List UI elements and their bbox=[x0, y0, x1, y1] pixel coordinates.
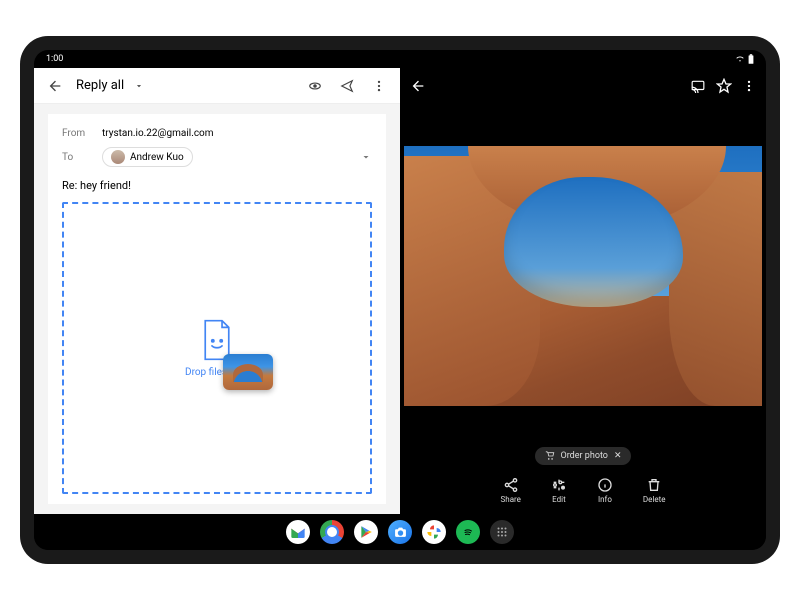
screen: 1:00 Reply all bbox=[34, 50, 766, 550]
wifi-icon bbox=[735, 55, 745, 63]
drop-zone[interactable]: Drop files here bbox=[62, 202, 372, 494]
edit-icon bbox=[551, 477, 567, 493]
taskbar bbox=[34, 514, 766, 550]
share-icon bbox=[503, 477, 519, 493]
recipient-chip[interactable]: Andrew Kuo bbox=[102, 147, 193, 167]
delete-button[interactable]: Delete bbox=[643, 477, 666, 504]
taskbar-gmail-icon[interactable] bbox=[286, 520, 310, 544]
tablet-frame: 1:00 Reply all bbox=[20, 36, 780, 564]
attach-icon[interactable] bbox=[304, 75, 326, 97]
edit-button[interactable]: Edit bbox=[551, 477, 567, 504]
send-icon[interactable] bbox=[336, 75, 358, 97]
taskbar-spotify-icon[interactable] bbox=[456, 520, 480, 544]
photo-arch bbox=[404, 146, 762, 406]
order-photo-chip[interactable]: Order photo ✕ bbox=[535, 447, 632, 465]
more-icon[interactable] bbox=[368, 75, 390, 97]
photo-actions: Share Edit Info Delete bbox=[400, 471, 766, 514]
taskbar-apps-icon[interactable] bbox=[490, 520, 514, 544]
compose-title[interactable]: Reply all bbox=[76, 78, 124, 93]
avatar bbox=[111, 150, 125, 164]
cart-icon bbox=[545, 451, 555, 461]
share-button[interactable]: Share bbox=[501, 477, 521, 504]
dropdown-icon[interactable] bbox=[134, 81, 144, 91]
order-chip-label: Order photo bbox=[561, 451, 608, 461]
from-address: trystan.io.22@gmail.com bbox=[102, 128, 214, 139]
photos-pane: Order photo ✕ Share Edit Info bbox=[400, 68, 766, 514]
subject-line[interactable]: Re: hey friend! bbox=[62, 171, 372, 202]
info-icon bbox=[597, 477, 613, 493]
taskbar-camera-icon[interactable] bbox=[388, 520, 412, 544]
photo-viewer[interactable] bbox=[400, 104, 766, 447]
taskbar-photos-icon[interactable] bbox=[422, 520, 446, 544]
to-label: To bbox=[62, 152, 92, 163]
star-icon[interactable] bbox=[716, 78, 732, 94]
statusbar-time: 1:00 bbox=[46, 54, 63, 64]
taskbar-play-store-icon[interactable] bbox=[354, 520, 378, 544]
status-bar: 1:00 bbox=[34, 50, 766, 68]
from-row: From trystan.io.22@gmail.com bbox=[62, 124, 372, 143]
taskbar-chrome-icon[interactable] bbox=[320, 520, 344, 544]
close-icon[interactable]: ✕ bbox=[614, 451, 622, 461]
compose-header: Reply all bbox=[34, 68, 400, 104]
chevron-down-icon[interactable] bbox=[360, 151, 372, 163]
to-row[interactable]: To Andrew Kuo bbox=[62, 143, 372, 171]
dragged-photo-thumbnail[interactable] bbox=[223, 354, 273, 390]
photos-more-icon[interactable] bbox=[742, 79, 756, 93]
info-button[interactable]: Info bbox=[597, 477, 613, 504]
photos-header bbox=[400, 68, 766, 104]
from-label: From bbox=[62, 128, 92, 139]
recipient-name: Andrew Kuo bbox=[130, 152, 184, 163]
photos-back-icon[interactable] bbox=[410, 78, 426, 94]
back-icon[interactable] bbox=[44, 75, 66, 97]
cast-icon[interactable] bbox=[690, 79, 706, 93]
battery-icon bbox=[748, 54, 754, 64]
delete-icon bbox=[646, 477, 662, 493]
gmail-compose-pane: Reply all bbox=[34, 68, 400, 514]
